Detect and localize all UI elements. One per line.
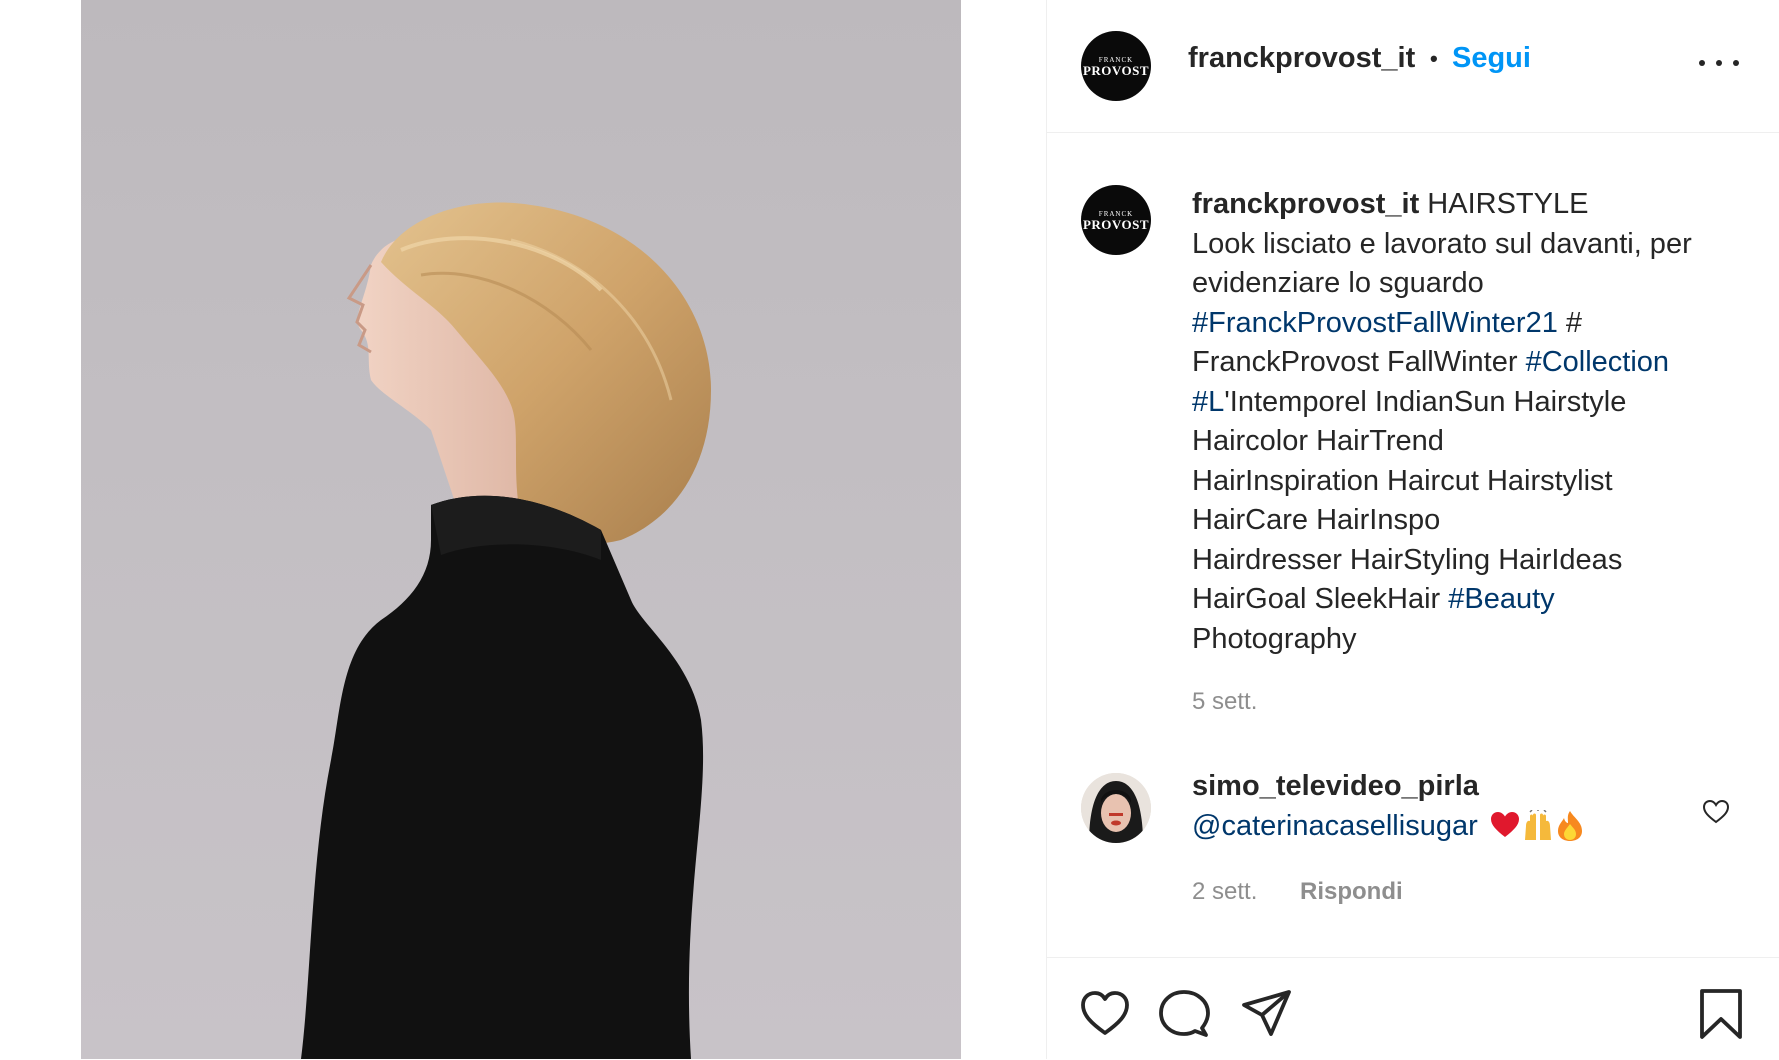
post-header: FRANCK PROVOST franckprovost_it • Segui (1047, 0, 1779, 133)
avatar-logo-bottom: PROVOST (1082, 62, 1150, 78)
caption-username[interactable]: franckprovost_it (1192, 188, 1419, 220)
caption-text-fragment: FranckProvost FallWinter (1192, 346, 1526, 378)
comment-mention[interactable]: @caterinacasellisugar (1192, 810, 1478, 843)
follow-button[interactable]: Segui (1452, 42, 1531, 75)
caption-description: Look lisciato e lavorato sul davanti, pe… (1192, 227, 1692, 300)
caption-text-fragment: Photography (1192, 622, 1357, 655)
avatar[interactable]: FRANCK PROVOST (1081, 31, 1151, 101)
hashtag[interactable]: #FranckProvostFallWinter21 (1192, 307, 1558, 339)
caption-text-fragment: Haircolor HairTrend (1192, 425, 1444, 457)
reply-button[interactable]: Rispondi (1300, 878, 1403, 906)
post-details-panel: FRANCK PROVOST franckprovost_it • Segui … (1047, 0, 1779, 1059)
red-heart-icon (1491, 812, 1519, 837)
caption-text: franckprovost_it HAIRSTYLE Look lisciato… (1192, 185, 1752, 659)
comment-username[interactable]: simo_televideo_pirla (1192, 770, 1479, 803)
header-username[interactable]: franckprovost_it (1188, 42, 1415, 75)
separator-dot: • (1430, 46, 1438, 71)
post-photo[interactable] (81, 0, 961, 1059)
caption-title: HAIRSTYLE (1419, 188, 1589, 220)
caption-avatar[interactable]: FRANCK PROVOST (1081, 185, 1151, 255)
caption-text-fragment: HairGoal SleekHair (1192, 583, 1449, 615)
share-send-icon[interactable] (1241, 988, 1293, 1040)
caption-text-fragment: HairInspiration Haircut Hairstylist (1192, 464, 1613, 497)
comment-like-heart-icon[interactable] (1702, 798, 1730, 826)
avatar-logo-bottom: PROVOST (1082, 216, 1150, 232)
caption-text-fragment: Hairdresser HairStyling HairIdeas (1192, 543, 1623, 576)
comment-timestamp[interactable]: 2 sett. (1192, 878, 1257, 906)
hashtag[interactable]: #L (1192, 386, 1224, 418)
comment-bubble-icon[interactable] (1158, 988, 1210, 1040)
model-illustration (301, 202, 711, 1059)
caption-text-fragment: HairCare HairInspo (1192, 504, 1441, 536)
caption-timestamp[interactable]: 5 sett. (1192, 688, 1257, 716)
hashtag[interactable]: #Beauty (1448, 583, 1554, 615)
save-bookmark-icon[interactable] (1695, 988, 1747, 1040)
like-heart-icon[interactable] (1079, 988, 1131, 1040)
caption-text-fragment: # (1557, 306, 1583, 339)
fire-icon (1558, 811, 1582, 841)
comment-item: simo_televideo_pirla @caterinacasellisug… (1047, 770, 1779, 950)
post-actions (1047, 957, 1779, 1060)
comment-avatar[interactable] (1081, 773, 1151, 843)
hashtag[interactable]: #Collection (1526, 346, 1669, 378)
comment-emojis (1490, 810, 1584, 842)
caption-text-fragment: 'Intemporel IndianSun Hairstyle (1224, 385, 1627, 418)
raising-hands-icon (1525, 810, 1551, 840)
more-options-icon[interactable] (1699, 48, 1739, 78)
